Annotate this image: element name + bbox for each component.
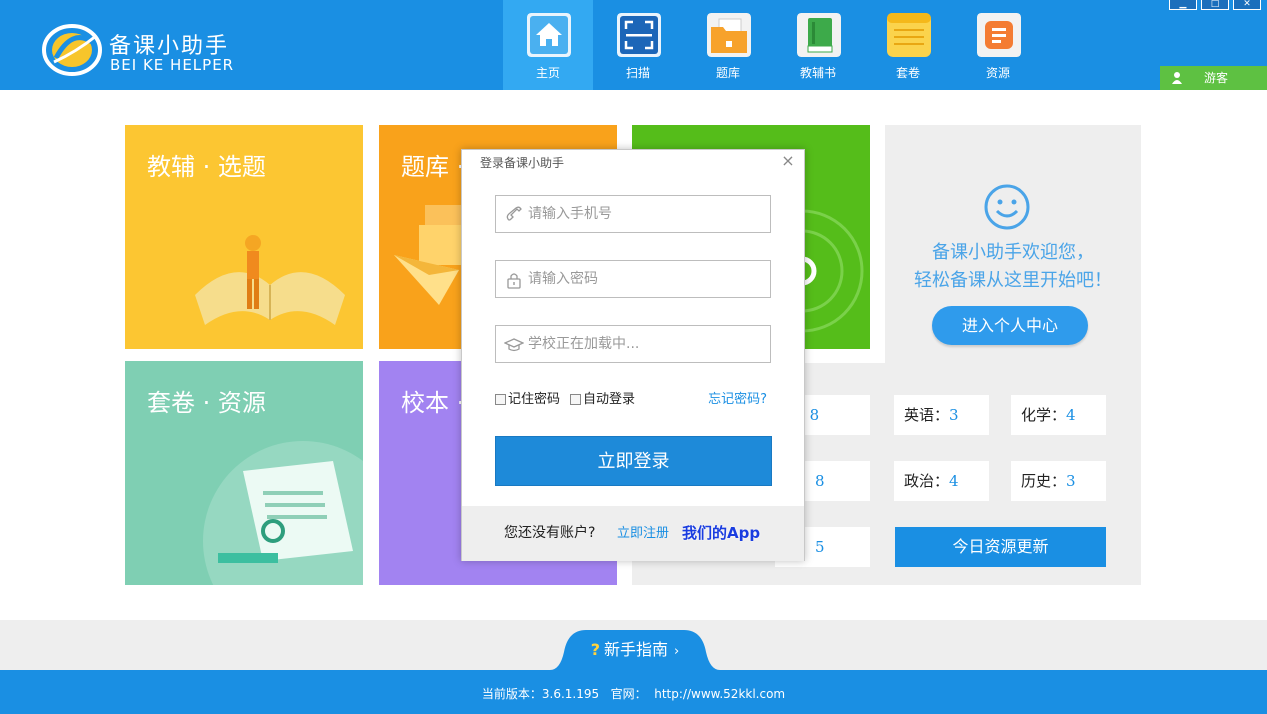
brand-subtitle: BEI KE HELPER xyxy=(110,56,235,74)
site-link[interactable]: http://www.52kkl.com xyxy=(654,687,785,701)
nav-question-bank[interactable]: 题库 xyxy=(683,0,773,90)
close-window-button[interactable]: ✕ xyxy=(1233,0,1261,10)
nav-scan[interactable]: 扫描 xyxy=(593,0,683,90)
no-account-text: 您还没有账户? xyxy=(504,525,596,541)
window-controls: ▁ □ ✕ xyxy=(1169,0,1261,10)
tile-guide-select-title: 教辅 · 选题 xyxy=(147,153,266,181)
site-label: 官网： xyxy=(610,687,647,701)
beginner-guide-button[interactable]: ? 新手指南 › xyxy=(550,636,720,660)
remember-password-checkbox[interactable]: 记住密码 xyxy=(495,390,560,410)
test-paper-illustration xyxy=(203,441,363,585)
version-value: 3.6.1.195 xyxy=(541,687,600,701)
school-field xyxy=(495,325,771,363)
nav-guide-book[interactable]: 教辅书 xyxy=(773,0,863,90)
login-dialog-footer: 您还没有账户? 立即注册 我们的App xyxy=(462,506,804,561)
nav-home-label: 主页 xyxy=(535,66,560,80)
nav-question-bank-label: 题库 xyxy=(715,66,740,80)
paper-plane-illustration xyxy=(394,205,465,305)
stat-item[interactable]: 英语：3 xyxy=(894,395,989,435)
our-app-link[interactable]: 我们的App xyxy=(682,506,760,561)
guide-label: 新手指南 xyxy=(604,640,669,659)
auto-login-checkbox[interactable]: 自动登录 xyxy=(570,390,635,410)
personal-center-button[interactable]: 进入个人中心 xyxy=(932,306,1088,345)
book-icon xyxy=(797,13,841,57)
nav-scan-label: 扫描 xyxy=(625,66,650,80)
minimize-button[interactable]: ▁ xyxy=(1169,0,1197,10)
forgot-password-link[interactable]: 忘记密码? xyxy=(708,390,767,410)
nav-papers-label: 套卷 xyxy=(895,66,920,80)
password-field xyxy=(495,260,771,298)
resource-icon xyxy=(977,13,1021,57)
tile-school-based-title: 校本 · xyxy=(401,389,465,417)
login-button[interactable]: 立即登录 xyxy=(495,436,772,486)
stat-value: 3 xyxy=(1066,472,1076,490)
welcome-line-2: 轻松备课从这里开始吧！ xyxy=(914,270,1112,291)
stat-value: 5 xyxy=(815,538,825,556)
auto-login-label: 自动登录 xyxy=(583,392,636,407)
checkbox-icon xyxy=(570,394,581,405)
checkbox-icon xyxy=(495,394,506,405)
footer: 当前版本：3.6.1.195 官网： http://www.52kkl.com xyxy=(0,670,1267,714)
school-input[interactable] xyxy=(528,326,766,362)
version-label: 当前版本： xyxy=(481,687,542,701)
logo-icon xyxy=(42,24,102,76)
welcome-text: 备课小助手欢迎您， 轻松备课从这里开始吧！ xyxy=(885,239,1141,295)
tile-papers-resources[interactable]: 套卷 · 资源 xyxy=(125,361,363,585)
stat-label: 历史： xyxy=(1021,472,1067,490)
nav-papers[interactable]: 套卷 xyxy=(863,0,953,90)
graduation-cap-icon xyxy=(504,338,524,352)
stat-value: 8 xyxy=(809,406,820,424)
nav-resources[interactable]: 资源 xyxy=(953,0,1043,90)
phone-field xyxy=(495,195,771,233)
stat-label: 政治： xyxy=(904,472,950,490)
welcome-line-1: 备课小助手欢迎您， xyxy=(932,242,1094,263)
login-dialog-title: 登录备课小助手 xyxy=(480,156,565,170)
guest-button[interactable]: 游客 xyxy=(1160,66,1267,90)
phone-icon xyxy=(506,206,522,221)
scan-icon xyxy=(617,13,661,57)
remember-label: 记住密码 xyxy=(508,392,561,407)
maximize-button[interactable]: □ xyxy=(1201,0,1229,10)
register-link[interactable]: 立即注册 xyxy=(617,506,669,561)
open-book-illustration xyxy=(195,235,345,325)
welcome-panel: 备课小助手欢迎您， 轻松备课从这里开始吧！ 进入个人中心 xyxy=(885,125,1141,363)
smile-icon xyxy=(984,184,1030,230)
nav-resources-label: 资源 xyxy=(985,66,1010,80)
nav-home[interactable]: 主页 xyxy=(503,0,593,90)
stat-item[interactable]: 历史：3 xyxy=(1011,461,1106,501)
stat-label: 英语： xyxy=(904,406,950,424)
tile-guide-select[interactable]: 教辅 · 选题 xyxy=(125,125,363,349)
login-options: 记住密码 自动登录 忘记密码? xyxy=(495,390,771,410)
login-dialog: 登录备课小助手 × 记住密码 自动登录 忘记密码? 立即登录 您还没有账户? 立… xyxy=(461,149,805,561)
stat-item[interactable]: 政治：4 xyxy=(894,461,989,501)
phone-input[interactable] xyxy=(528,196,766,232)
tile-papers-resources-title: 套卷 · 资源 xyxy=(147,389,266,417)
guest-label: 游客 xyxy=(1204,71,1229,85)
daily-update-button[interactable]: 今日资源更新 xyxy=(895,527,1106,567)
user-icon xyxy=(1172,72,1182,84)
stat-value: 8 xyxy=(815,472,825,490)
app-header: 备课小助手 BEI KE HELPER 主页 扫描 题库 教辅书 套卷 资源 ▁… xyxy=(0,0,1267,90)
stat-label: 化学： xyxy=(1021,406,1067,424)
stat-value: 4 xyxy=(949,472,959,490)
main-nav: 主页 扫描 题库 教辅书 套卷 资源 xyxy=(503,0,1043,90)
notepad-icon xyxy=(887,13,931,57)
lock-icon xyxy=(507,273,521,289)
stat-value: 3 xyxy=(949,406,959,424)
stat-item[interactable]: 化学：4 xyxy=(1011,395,1106,435)
password-input[interactable] xyxy=(528,261,766,297)
chevron-right-icon: › xyxy=(674,644,680,659)
home-icon xyxy=(527,13,571,57)
help-icon: ? xyxy=(590,640,601,659)
nav-guide-book-label: 教辅书 xyxy=(799,66,836,80)
folder-icon xyxy=(707,13,751,57)
stat-value: 4 xyxy=(1066,406,1076,424)
close-icon[interactable]: × xyxy=(780,153,796,169)
tile-question-bank-title: 题库 · xyxy=(401,153,465,181)
